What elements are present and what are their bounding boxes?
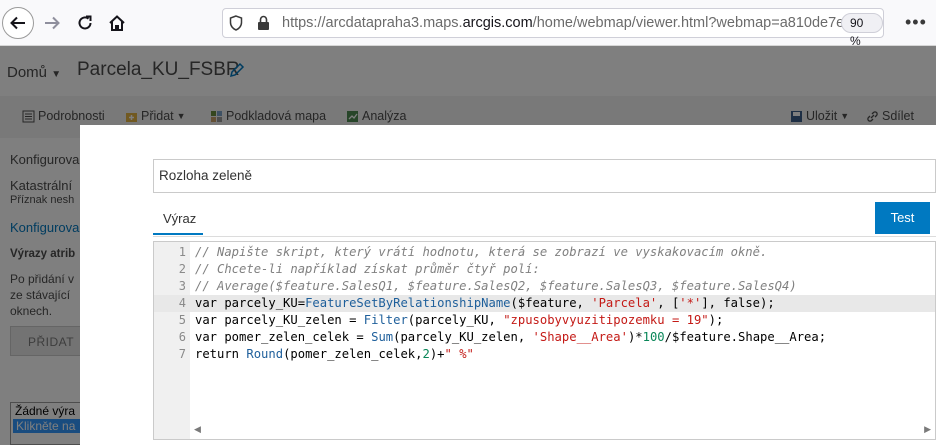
expression-name-input[interactable]: Rozloha zeleně	[153, 159, 936, 193]
line-number: 1	[178, 245, 186, 259]
url-text[interactable]: https://arcdatapraha3.maps.arcgis.com/ho…	[282, 15, 842, 31]
line-number: 3	[178, 279, 186, 293]
expression-dialog: Rozloha zeleně Výraz Test 1 2 3 4 5 6 7 …	[80, 125, 936, 445]
shield-icon[interactable]	[229, 15, 243, 31]
code-comment-line: // Napište skript, který vrátí hodnotu, …	[195, 245, 768, 259]
zoom-level-badge[interactable]: 90 %	[841, 13, 883, 48]
scroll-right-icon[interactable]: ▶	[924, 424, 931, 435]
browser-toolbar: https://arcdatapraha3.maps.arcgis.com/ho…	[0, 0, 936, 48]
test-button[interactable]: Test	[875, 202, 930, 234]
code-editor[interactable]: 1 2 3 4 5 6 7 // Napište skript, který v…	[153, 241, 936, 440]
forward-button[interactable]	[36, 7, 68, 39]
scroll-left-icon[interactable]: ◀	[194, 424, 201, 435]
home-button[interactable]	[101, 7, 133, 39]
code-comment-line: // Chcete-li například získat průměr čty…	[195, 262, 540, 276]
arrow-left-icon	[10, 16, 25, 30]
tab-expression[interactable]: Výraz	[153, 205, 203, 235]
line-number: 6	[178, 330, 186, 344]
reload-button[interactable]	[69, 7, 101, 39]
line-number: 7	[178, 347, 186, 361]
code-line: var parcely_KU_zelen = Filter(parcely_KU…	[195, 313, 724, 327]
tab-divider	[153, 236, 936, 237]
line-number: 2	[178, 262, 186, 276]
code-line: var parcely_KU=FeatureSetByRelationshipN…	[195, 296, 775, 310]
overflow-menu-icon[interactable]: •••	[905, 12, 927, 33]
horizontal-scrollbar[interactable]: ◀ ▶	[190, 422, 935, 438]
code-comment-line: // Average($feature.SalesQ1, $feature.Sa…	[195, 279, 797, 293]
address-bar[interactable]: https://arcdatapraha3.maps.arcgis.com/ho…	[222, 8, 884, 48]
line-number: 4	[178, 296, 186, 310]
back-button[interactable]	[2, 7, 34, 39]
home-icon	[109, 15, 125, 31]
reload-icon	[78, 15, 92, 30]
line-number: 5	[178, 313, 186, 327]
code-line: var pomer_zelen_celek = Sum(parcely_KU_z…	[195, 330, 827, 344]
code-line: return Round(pomer_zelen_celek,2)+" %"	[195, 347, 474, 361]
arrow-right-icon	[45, 16, 60, 30]
lock-icon[interactable]	[257, 15, 270, 31]
